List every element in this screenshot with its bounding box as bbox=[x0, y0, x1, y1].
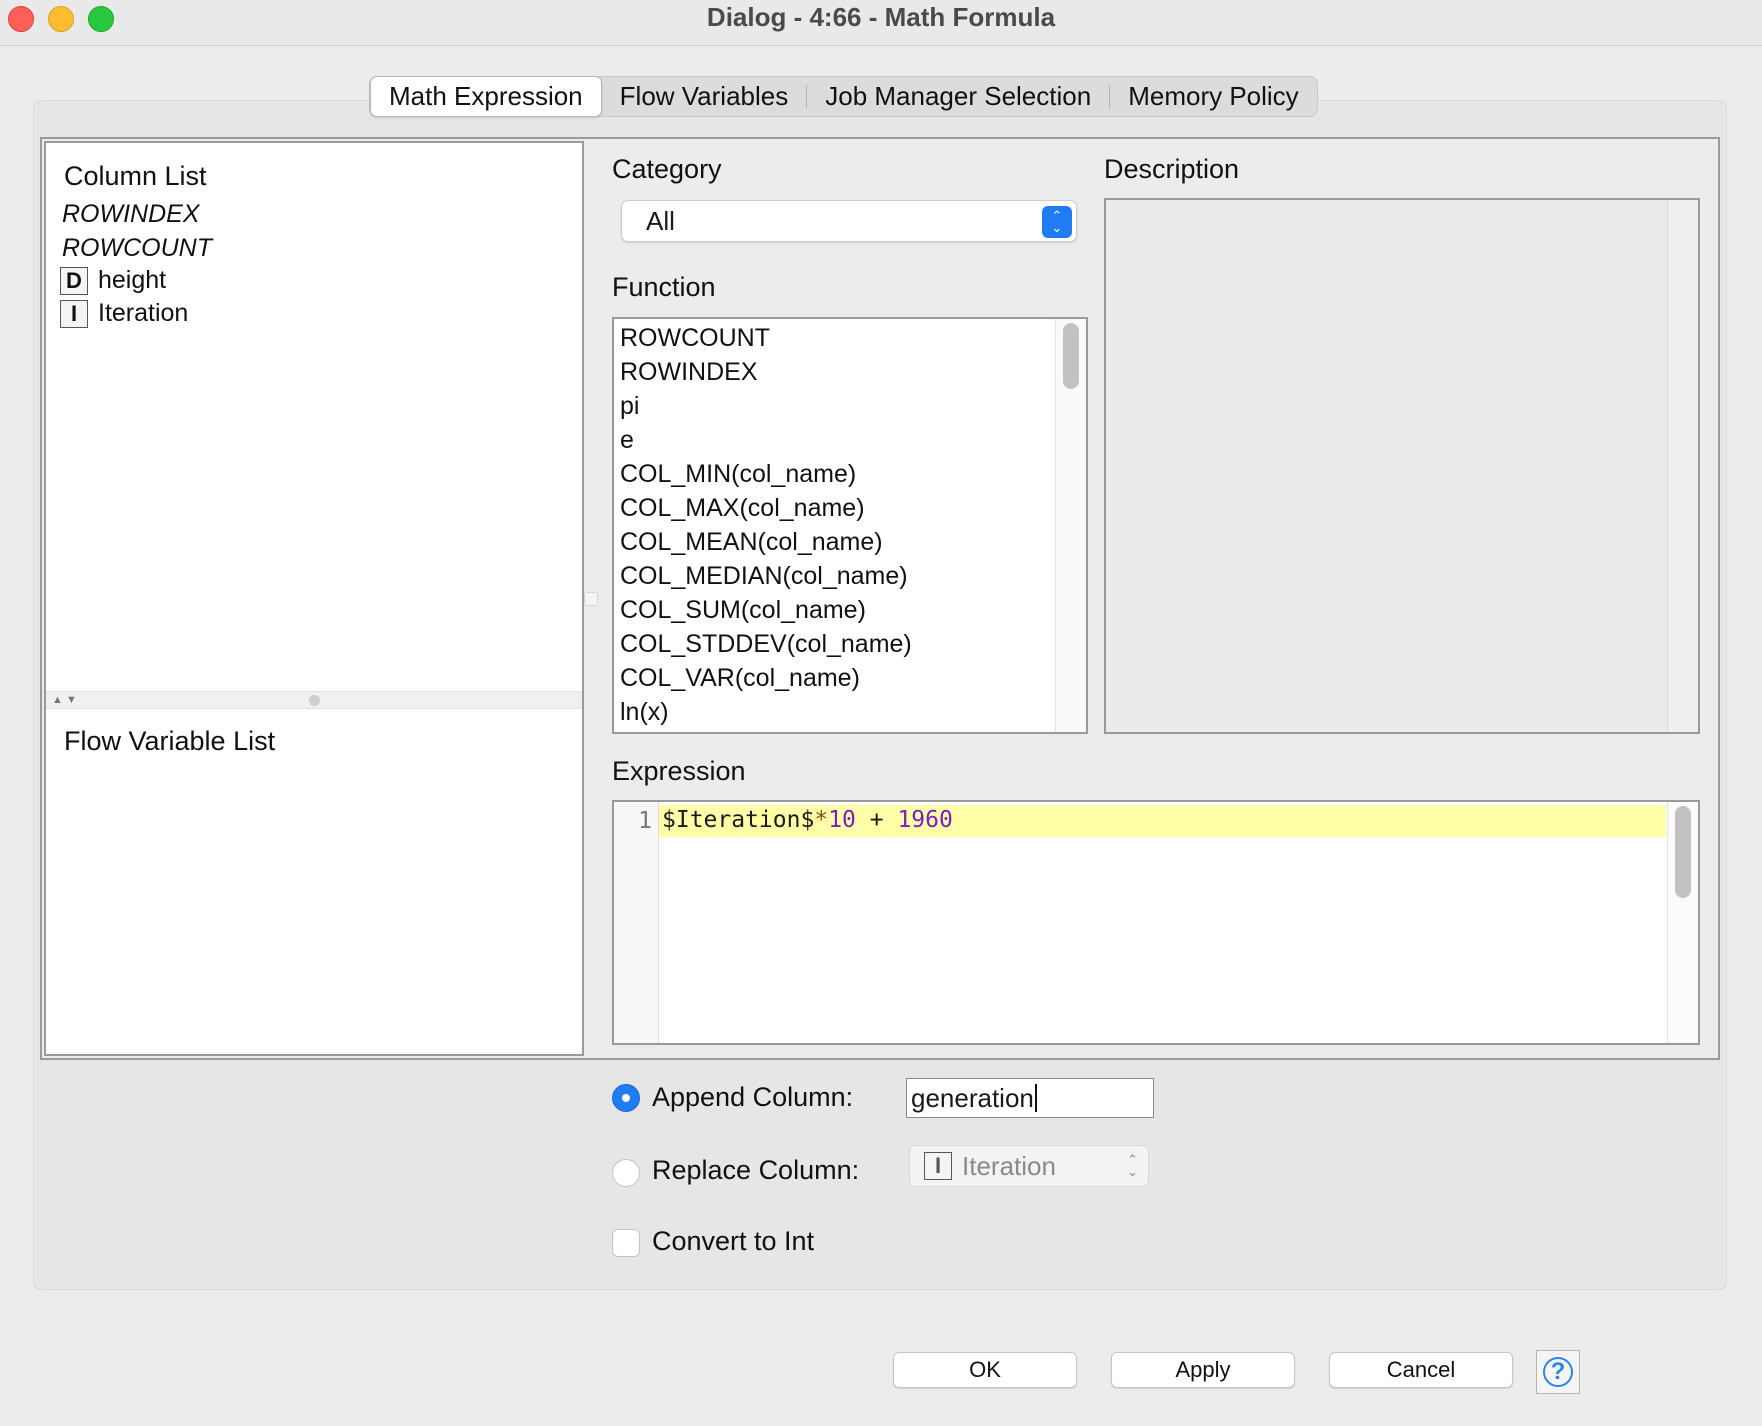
function-item[interactable]: COL_SUM(col_name) bbox=[620, 596, 866, 625]
function-item[interactable]: COL_MEAN(col_name) bbox=[620, 528, 883, 557]
tab-memory-policy[interactable]: Memory Policy bbox=[1110, 77, 1316, 116]
line-number: 1 bbox=[638, 808, 652, 834]
column-list-item-rowcount[interactable]: ROWCOUNT bbox=[62, 234, 212, 263]
expression-scrollbar[interactable] bbox=[1667, 802, 1698, 1043]
expression-label: Expression bbox=[612, 756, 746, 786]
integer-type-icon: I bbox=[924, 1152, 952, 1180]
function-item[interactable]: ROWINDEX bbox=[620, 358, 758, 387]
flow-variable-list-heading: Flow Variable List bbox=[64, 726, 276, 756]
description-label: Description bbox=[1104, 154, 1240, 184]
category-select[interactable]: All ⌃ ⌄ bbox=[621, 200, 1077, 242]
column-list-item-rowindex[interactable]: ROWINDEX bbox=[62, 200, 200, 229]
code-variable-token: $Iteration$ bbox=[662, 807, 815, 833]
tab-math-expression[interactable]: Math Expression bbox=[370, 76, 602, 117]
select-stepper-icon: ⌃ ⌄ bbox=[1042, 206, 1072, 238]
column-name: Iteration bbox=[98, 299, 189, 327]
column-list-item-height[interactable]: D height bbox=[60, 266, 166, 295]
tab-job-manager-selection[interactable]: Job Manager Selection bbox=[807, 77, 1109, 116]
column-name: height bbox=[98, 266, 167, 294]
function-item[interactable]: COL_MIN(col_name) bbox=[620, 460, 856, 489]
function-item[interactable]: COL_MAX(col_name) bbox=[620, 494, 865, 523]
function-item[interactable]: ln(x) bbox=[620, 698, 669, 727]
vertical-split-grip[interactable] bbox=[584, 592, 598, 606]
code-number-token: 10 bbox=[828, 807, 856, 833]
description-scrollbar[interactable] bbox=[1667, 200, 1698, 732]
double-type-icon: D bbox=[60, 266, 88, 295]
grip-dot-icon bbox=[309, 695, 320, 706]
replace-column-value: Iteration bbox=[962, 1150, 1056, 1181]
window-title: Dialog - 4:66 - Math Formula bbox=[706, 2, 1056, 32]
title-bar: Dialog - 4:66 - Math Formula bbox=[0, 0, 1762, 46]
append-column-label: Append Column: bbox=[652, 1082, 854, 1112]
cancel-button[interactable]: Cancel bbox=[1329, 1352, 1513, 1388]
left-split-pane: Column List ROWINDEX ROWCOUNT D height I… bbox=[44, 141, 584, 1056]
apply-button[interactable]: Apply bbox=[1111, 1352, 1295, 1388]
help-button[interactable]: ? bbox=[1536, 1350, 1580, 1394]
append-column-radio[interactable] bbox=[612, 1084, 640, 1112]
append-column-input[interactable]: generation bbox=[906, 1078, 1154, 1118]
replace-column-select[interactable]: I Iteration ⌃ ⌄ bbox=[909, 1145, 1149, 1187]
function-item[interactable]: COL_MEDIAN(col_name) bbox=[620, 562, 908, 591]
convert-to-int-checkbox[interactable] bbox=[612, 1229, 640, 1257]
function-item[interactable]: ROWCOUNT bbox=[620, 324, 770, 353]
replace-column-radio[interactable] bbox=[612, 1159, 640, 1187]
ok-button[interactable]: OK bbox=[893, 1352, 1077, 1388]
convert-to-int-label: Convert to Int bbox=[652, 1226, 815, 1256]
split-divider-handle[interactable]: ▲ ▼ bbox=[46, 691, 582, 709]
column-list-item-iteration[interactable]: I Iteration bbox=[60, 299, 188, 328]
expression-editor[interactable]: 1 $Iteration$*10 + 1960 bbox=[612, 800, 1700, 1045]
tab-bar: Math Expression Flow Variables Job Manag… bbox=[369, 76, 1318, 117]
function-item[interactable]: e bbox=[620, 426, 634, 455]
select-stepper-icon: ⌃ ⌄ bbox=[1127, 1152, 1138, 1179]
scrollbar-thumb[interactable] bbox=[1063, 323, 1079, 389]
expression-code[interactable]: $Iteration$*10 + 1960 bbox=[662, 807, 953, 833]
function-item[interactable]: pi bbox=[620, 392, 639, 421]
collapse-up-icon[interactable]: ▲ bbox=[52, 694, 63, 706]
category-label: Category bbox=[612, 154, 722, 184]
function-item[interactable]: COL_VAR(col_name) bbox=[620, 664, 860, 693]
function-list-scrollbar[interactable] bbox=[1055, 319, 1086, 732]
column-list-heading: Column List bbox=[64, 161, 207, 191]
scrollbar-thumb[interactable] bbox=[1675, 806, 1691, 898]
tab-flow-variables[interactable]: Flow Variables bbox=[602, 77, 807, 116]
replace-column-label: Replace Column: bbox=[652, 1155, 860, 1185]
line-number-gutter: 1 bbox=[614, 802, 659, 1043]
text-caret bbox=[1034, 1084, 1037, 1112]
category-selected-value: All bbox=[646, 205, 675, 236]
help-icon: ? bbox=[1543, 1357, 1573, 1387]
integer-type-icon: I bbox=[60, 299, 88, 328]
description-box bbox=[1104, 198, 1700, 734]
function-item[interactable]: COL_STDDEV(col_name) bbox=[620, 630, 912, 659]
code-number-token: 1960 bbox=[897, 807, 953, 833]
function-list[interactable]: ROWCOUNT ROWINDEX pi e COL_MIN(col_name)… bbox=[612, 317, 1088, 734]
code-plus-token: + bbox=[855, 807, 898, 833]
code-operator-token: * bbox=[814, 807, 829, 833]
function-label: Function bbox=[612, 272, 716, 302]
append-column-value: generation bbox=[911, 1082, 1034, 1113]
collapse-down-icon[interactable]: ▼ bbox=[66, 694, 77, 706]
